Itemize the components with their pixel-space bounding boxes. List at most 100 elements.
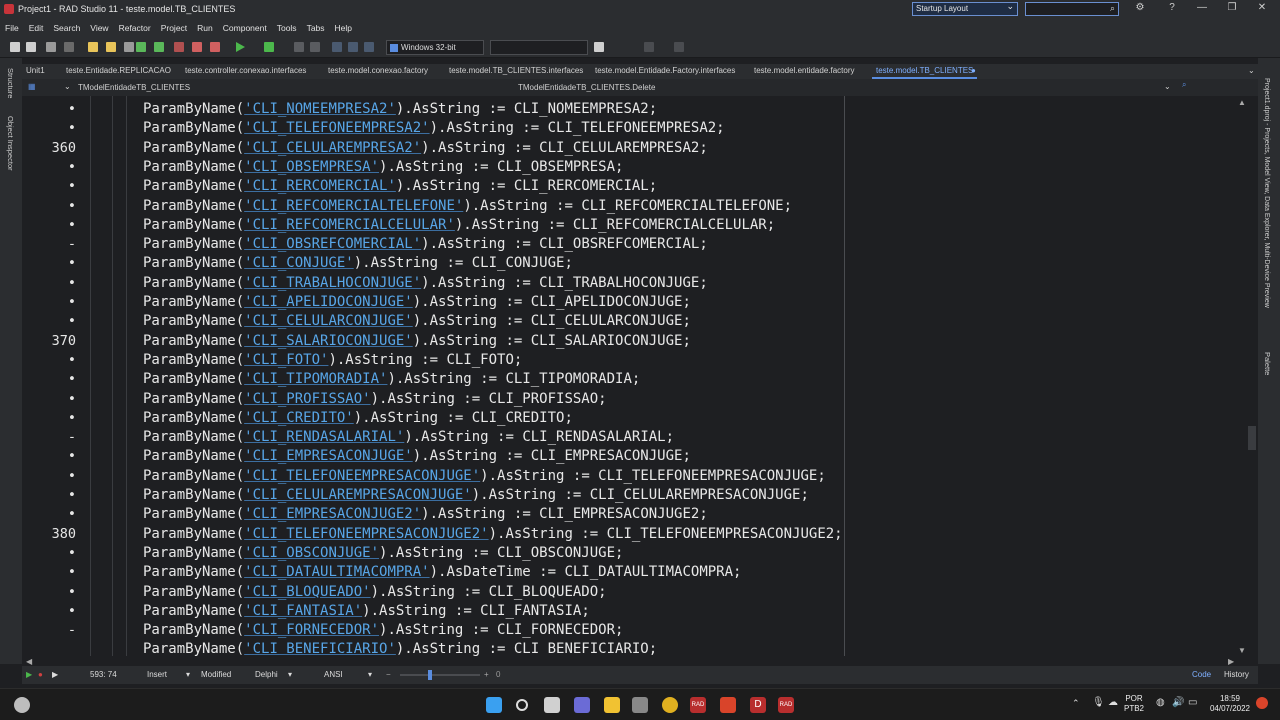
notification-icon[interactable]	[1256, 697, 1268, 709]
minimize-button[interactable]: —	[1192, 2, 1212, 13]
encoding-chevron-icon[interactable]: ▾	[368, 670, 372, 679]
zoom-in-icon[interactable]: +	[484, 670, 489, 679]
menu-file[interactable]: File	[0, 23, 24, 33]
back-icon[interactable]	[644, 42, 654, 52]
run-to-cursor-icon[interactable]	[364, 42, 374, 52]
start-icon[interactable]	[486, 697, 502, 713]
save-all-icon[interactable]	[154, 42, 164, 52]
scroll-left-icon[interactable]: ◀	[26, 657, 32, 666]
rad-studio-icon[interactable]: RAD	[690, 697, 706, 713]
open-project-icon[interactable]	[106, 42, 116, 52]
history-tab[interactable]: History	[1224, 670, 1249, 679]
project-options-icon[interactable]	[174, 42, 184, 52]
build-icon[interactable]	[594, 42, 604, 52]
mic-icon[interactable]: 🎙	[1092, 697, 1105, 708]
stop-icon[interactable]	[310, 42, 320, 52]
ide-settings-icon[interactable]: ⚙	[1130, 2, 1150, 13]
help-button[interactable]: ?	[1162, 2, 1182, 13]
new-icon[interactable]	[10, 42, 20, 52]
rad-studio-active-icon[interactable]: RAD	[778, 697, 794, 713]
palette-tab[interactable]: Palette	[1263, 352, 1272, 375]
network-icon[interactable]: ◍	[1156, 697, 1165, 708]
method-chevron-icon[interactable]: ⌄	[1164, 82, 1171, 91]
menu-edit[interactable]: Edit	[24, 23, 49, 33]
record-macro-icon[interactable]: ●	[38, 670, 43, 679]
code-tab[interactable]: Code	[1192, 670, 1211, 679]
mode-chevron-icon[interactable]: ▾	[186, 670, 190, 679]
close-button[interactable]: ✕	[1252, 2, 1272, 13]
close-file-icon[interactable]	[46, 42, 56, 52]
forward-icon[interactable]	[674, 42, 684, 52]
scroll-right-icon[interactable]: ▶	[1228, 657, 1234, 666]
new-items-icon[interactable]	[26, 42, 36, 52]
language-select[interactable]: Delphi	[255, 670, 278, 679]
delphi-icon[interactable]: D	[750, 697, 766, 713]
layout-select[interactable]: Startup Layout	[912, 1, 1018, 16]
maximize-button[interactable]: ❐	[1222, 2, 1242, 13]
menu-component[interactable]: Component	[218, 23, 272, 33]
target-platform-select[interactable]: Windows 32-bit	[386, 40, 484, 55]
revert-icon[interactable]	[64, 42, 74, 52]
trace-into-icon[interactable]	[348, 42, 358, 52]
tab-model-entidade-factory[interactable]: teste.model.entidade.factory	[750, 64, 859, 79]
store-icon[interactable]	[632, 697, 648, 713]
encoding-select[interactable]: ANSI	[324, 670, 343, 679]
menu-tabs[interactable]: Tabs	[302, 23, 330, 33]
play-macro-icon[interactable]: ▶	[26, 670, 32, 679]
macro-more-icon[interactable]: ▶	[52, 670, 58, 679]
tab-entidade-replicacao[interactable]: teste.Entidade.REPLICACAO	[62, 64, 175, 79]
menu-project[interactable]: Project	[156, 23, 192, 33]
run-without-debug-icon[interactable]	[264, 42, 274, 52]
zoom-out-icon[interactable]: −	[386, 670, 391, 679]
open-icon[interactable]	[88, 42, 98, 52]
system-clock[interactable]: 18:59 04/07/2022	[1210, 694, 1250, 714]
add-to-project-icon[interactable]	[192, 42, 202, 52]
weather-icon[interactable]	[14, 697, 30, 713]
task-view-icon[interactable]	[544, 697, 560, 713]
object-inspector-tab[interactable]: Object Inspector	[6, 116, 15, 171]
run-icon[interactable]	[236, 42, 245, 52]
insert-mode[interactable]: Insert	[147, 670, 167, 679]
build-config-select[interactable]	[490, 40, 588, 55]
search-icon[interactable]	[516, 699, 528, 711]
menu-run[interactable]: Run	[192, 23, 218, 33]
chrome-icon[interactable]	[662, 697, 678, 713]
method-dropdown[interactable]: TModelEntidadeTB_CLIENTES.Delete	[518, 83, 655, 92]
class-dropdown[interactable]: TModelEntidadeTB_CLIENTES	[78, 83, 190, 92]
chat-icon[interactable]	[574, 697, 590, 713]
tab-model-tb-clientes-interfaces[interactable]: teste.model.TB_CLIENTES.interfaces	[445, 64, 587, 79]
tray-chevron-icon[interactable]: ⌃	[1072, 698, 1080, 709]
ide-search-input[interactable]: ⌕	[1025, 2, 1119, 16]
menu-help[interactable]: Help	[330, 23, 357, 33]
remove-from-project-icon[interactable]	[210, 42, 220, 52]
app-icon[interactable]	[720, 697, 736, 713]
tab-controller-conexao-interfaces[interactable]: teste.controller.conexao.interfaces	[181, 64, 310, 79]
save-icon[interactable]	[136, 42, 146, 52]
structure-tab[interactable]: Structure	[6, 68, 15, 98]
pause-icon[interactable]	[294, 42, 304, 52]
language-chevron-icon[interactable]: ▾	[288, 670, 292, 679]
zoom-slider[interactable]	[400, 674, 480, 676]
projects-tab[interactable]: Project1.dproj - Projects, Model View, D…	[1263, 78, 1270, 308]
file-explorer-icon[interactable]	[604, 697, 620, 713]
menu-search[interactable]: Search	[48, 23, 85, 33]
onedrive-icon[interactable]: ☁	[1108, 697, 1118, 708]
menu-tools[interactable]: Tools	[272, 23, 302, 33]
scroll-down-icon[interactable]: ▼	[1238, 646, 1246, 655]
scroll-up-icon[interactable]: ▲	[1238, 98, 1246, 107]
input-language[interactable]: POR PTB2	[1124, 694, 1144, 714]
tab-list-chevron-icon[interactable]: ⌄	[1244, 64, 1259, 79]
reopen-icon[interactable]	[124, 42, 134, 52]
code-editor[interactable]: • • 360 • • • • - • • • • 370 • • • • - • • • • 380 • • • • - Param…	[22, 96, 1258, 656]
volume-icon[interactable]: 🔊	[1172, 697, 1184, 708]
search-icon[interactable]: ⌕	[1182, 80, 1186, 90]
battery-icon[interactable]: ▭	[1188, 697, 1197, 708]
tab-model-conexao-factory[interactable]: teste.model.conexao.factory	[324, 64, 432, 79]
tab-unit1[interactable]: Unit1	[22, 64, 49, 79]
tab-model-tb-clientes[interactable]: teste.model.TB_CLIENTES	[872, 64, 978, 79]
vertical-scrollbar-thumb[interactable]	[1248, 426, 1256, 450]
step-over-icon[interactable]	[332, 42, 342, 52]
menu-view[interactable]: View	[85, 23, 113, 33]
zoom-slider-thumb[interactable]	[428, 670, 432, 680]
menu-refactor[interactable]: Refactor	[114, 23, 156, 33]
